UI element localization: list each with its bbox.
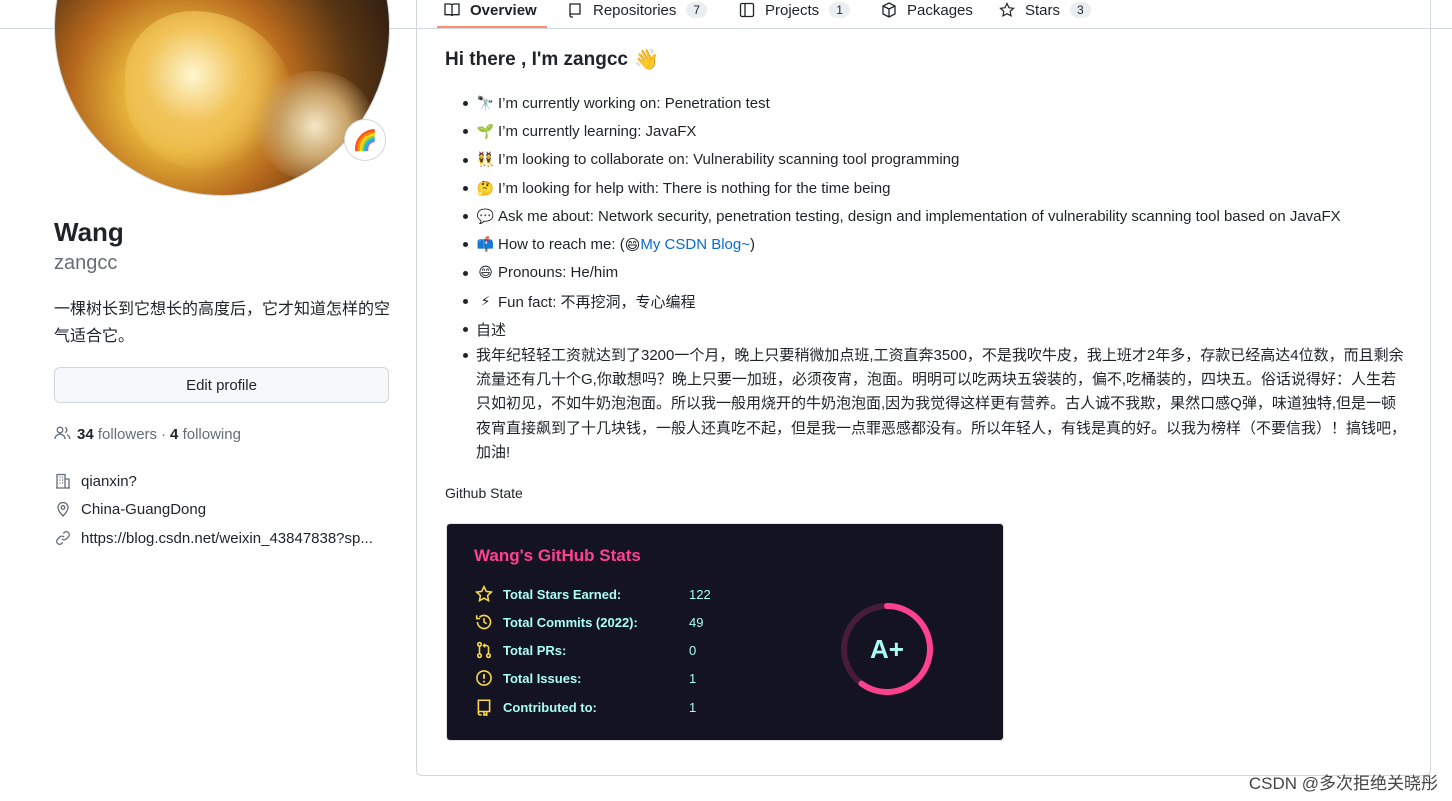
- stat-value: 1: [689, 670, 697, 686]
- vcard-location: China-GuangDong: [54, 499, 206, 519]
- edit-profile-button[interactable]: Edit profile: [54, 367, 389, 403]
- followers-label: followers: [97, 425, 158, 443]
- company-text: qianxin?: [81, 472, 137, 490]
- csdn-watermark: CSDN @多次拒绝关晓彤: [1248, 774, 1438, 793]
- followers-count: 34: [77, 425, 94, 443]
- list-bullet: [463, 353, 468, 358]
- speech-balloon-icon: 💬: [476, 207, 495, 224]
- stat-value: 0: [689, 642, 697, 658]
- stat-label: Total Stars Earned:: [503, 586, 622, 602]
- stats-card-title: Wang's GitHub Stats: [474, 546, 641, 565]
- following-link[interactable]: 4 following: [170, 426, 241, 443]
- list-item: 🔭 I’m currently working on: Penetration t…: [445, 89, 1405, 117]
- readme-list: 🔭 I’m currently working on: Penetration t…: [445, 89, 1405, 344]
- star-icon: [474, 584, 494, 604]
- list-item-text: Pronouns: He/him: [498, 264, 619, 282]
- smile-icon: 😄: [624, 236, 641, 254]
- stat-value: 122: [689, 586, 711, 602]
- list-item: 自述: [445, 315, 1405, 343]
- stat-label: Contributed to:: [503, 699, 597, 715]
- stat-row: Total PRs: 0: [474, 639, 696, 661]
- github-state-label: Github State: [445, 485, 523, 501]
- following-label: following: [182, 425, 241, 443]
- csdn-blog-link[interactable]: My CSDN Blog~: [640, 236, 750, 253]
- readme-title: Hi there , I'm zangcc 👋: [445, 47, 659, 72]
- follow-separator: ·: [161, 425, 167, 443]
- stat-row: Contributed to: 1: [474, 696, 696, 718]
- waving-hand-icon: 👋: [633, 49, 659, 71]
- list-item: 🌱 I’m currently learning: JavaFX: [445, 117, 1405, 145]
- location-text: China-GuangDong: [81, 500, 207, 518]
- thinking-face-icon: 🤔: [476, 179, 495, 196]
- followers-link[interactable]: 34 followers: [77, 426, 157, 443]
- stat-value: 49: [689, 614, 704, 630]
- location-icon: [54, 500, 72, 518]
- telescope-icon: 🔭: [476, 94, 495, 111]
- readme-title-text: Hi there , I'm zangcc: [445, 48, 628, 70]
- list-item-text: I’m currently learning: JavaFX: [498, 122, 697, 140]
- organization-icon: [54, 472, 72, 490]
- list-item-text: How to reach me: (: [498, 236, 625, 254]
- list-item-text: I’m looking to collaborate on: Vulnerabi…: [498, 151, 960, 169]
- list-item: 🤔 I’m looking for help with: There is not…: [445, 174, 1405, 202]
- vcard-company: qianxin?: [54, 471, 137, 491]
- list-item: 👯 I’m looking to collaborate on: Vulnerab…: [445, 146, 1405, 174]
- follow-stats: 34 followers · 4 following: [54, 424, 241, 444]
- profile-bio: 一棵树长到它想长的高度后，它才知道怎样的空气适合它。: [54, 301, 391, 345]
- mailbox-icon: 📫: [476, 236, 495, 253]
- grinning-face-icon: 😄: [478, 264, 493, 281]
- status-emoji-button[interactable]: 🌈: [344, 119, 386, 161]
- stat-row: Total Stars Earned: 122: [474, 583, 711, 605]
- following-count: 4: [170, 425, 179, 443]
- list-item-text: I’m currently working on: Penetration te…: [498, 94, 770, 112]
- list-item-text: I’m looking for help with: There is noth…: [498, 179, 891, 197]
- list-item: 😄 Pronouns: He/him: [445, 259, 1405, 287]
- list-item: ⚡ Fun fact: 不再挖洞，专心编程: [445, 287, 1405, 315]
- stat-label: Total PRs:: [503, 642, 567, 658]
- list-item: 📫 How to reach me: (😄 My CSDN Blog~): [445, 230, 1405, 258]
- pull-request-icon: [474, 640, 494, 660]
- rainbow-icon: 🌈: [352, 129, 378, 152]
- list-item-text: Fun fact: 不再挖洞，专心编程: [498, 293, 696, 311]
- profile-login: zangcc: [54, 252, 118, 274]
- repo-icon: [474, 697, 494, 717]
- stat-row: Total Commits (2022): 49: [474, 611, 703, 633]
- seedling-icon: 🌱: [476, 122, 495, 139]
- stat-label: Total Issues:: [503, 670, 582, 686]
- self-description-text: 我年纪轻轻工资就达到了3200一个月，晚上只要稍微加点班,工资直奔3500，不是…: [476, 347, 1407, 461]
- rank-grade: A+: [870, 633, 904, 664]
- dancers-icon: 👯: [476, 151, 495, 168]
- lightning-icon: ⚡: [480, 292, 491, 309]
- people-icon: [54, 425, 72, 443]
- profile-name: Wang: [54, 217, 124, 247]
- link-icon: [54, 529, 72, 547]
- list-item-text: Ask me about: Network security, penetrat…: [498, 207, 1341, 225]
- history-icon: [474, 612, 494, 632]
- issue-icon: [474, 668, 494, 688]
- stat-label: Total Commits (2022):: [503, 614, 638, 630]
- stat-value: 1: [689, 699, 697, 715]
- list-item-text: 自述: [476, 322, 507, 340]
- website-link[interactable]: https://blog.csdn.net/weixin_43847838?sp…: [81, 530, 373, 547]
- vcard-website: https://blog.csdn.net/weixin_43847838?sp…: [54, 528, 373, 548]
- list-item: 💬 Ask me about: Network security, penetra…: [445, 202, 1405, 230]
- stat-row: Total Issues: 1: [474, 667, 696, 689]
- github-stats-card[interactable]: Wang's GitHub Stats Total Stars Earned: …: [446, 523, 1004, 741]
- list-item-suffix: ): [749, 236, 755, 254]
- avatar[interactable]: [54, 0, 390, 196]
